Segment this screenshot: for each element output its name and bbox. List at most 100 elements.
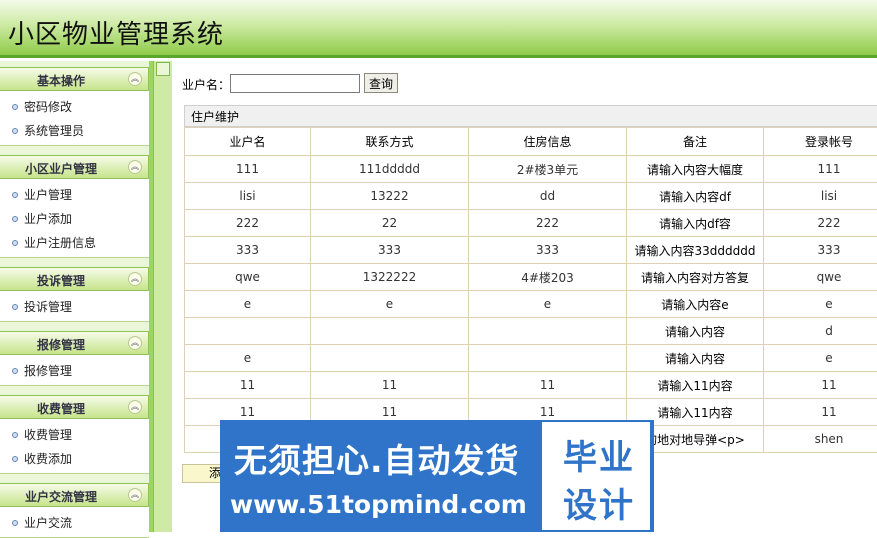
menu-group-title: 投诉管理 bbox=[0, 272, 122, 289]
collapse-icon[interactable]: ︽ bbox=[128, 336, 142, 350]
search-label: 业户名： bbox=[182, 76, 230, 93]
sidebar-item-resident-add[interactable]: 业户添加 bbox=[0, 207, 149, 231]
table-cell bbox=[469, 345, 627, 372]
menu-group-fees: 收费管理 ︽ 收费管理 收费添加 bbox=[0, 395, 149, 474]
collapse-icon[interactable]: ︽ bbox=[128, 72, 142, 86]
table-cell bbox=[311, 345, 469, 372]
collapse-icon[interactable]: ︽ bbox=[128, 488, 142, 502]
sidebar-item-label: 密码修改 bbox=[24, 100, 72, 114]
table-row[interactable]: 22222222请输入内df容222 bbox=[185, 210, 877, 237]
sidebar-item-complaint-manage[interactable]: 投诉管理 bbox=[0, 295, 149, 319]
panel-title: 住户维护 bbox=[184, 105, 877, 127]
table-row[interactable]: lisi13222dd请输入内容dflisi bbox=[185, 183, 877, 210]
table-cell: 11 bbox=[764, 399, 877, 426]
table-cell: 1322222 bbox=[311, 264, 469, 291]
sidebar-item-resident-manage[interactable]: 业户管理 bbox=[0, 183, 149, 207]
column-header: 登录帐号 bbox=[764, 128, 877, 156]
bullet-icon bbox=[12, 192, 18, 198]
menu-group-items: 收费管理 收费添加 bbox=[0, 419, 149, 474]
watermark-badge: 毕业 设计 bbox=[542, 422, 650, 530]
bullet-icon bbox=[12, 368, 18, 374]
menu-group-items: 投诉管理 bbox=[0, 291, 149, 322]
bullet-icon bbox=[12, 240, 18, 246]
table-row[interactable]: 111111请输入11内容11 bbox=[185, 372, 877, 399]
table-row[interactable]: 请输入内容d bbox=[185, 318, 877, 345]
menu-group-header[interactable]: 投诉管理 ︽ bbox=[0, 267, 149, 291]
table-row[interactable]: eee请输入内容ee bbox=[185, 291, 877, 318]
table-cell: 请输入内容 bbox=[627, 318, 764, 345]
table-cell: 请输入内容对方答复 bbox=[627, 264, 764, 291]
search-button[interactable]: 查询 bbox=[364, 73, 398, 93]
sidebar-item-exchange[interactable]: 业户交流 bbox=[0, 511, 149, 535]
table-row[interactable]: qwe13222224#楼203请输入内容对方答复qwe bbox=[185, 264, 877, 291]
menu-group-header[interactable]: 业户交流管理 ︽ bbox=[0, 483, 149, 507]
table-row[interactable]: 333333333请输入内容33dddddd333 bbox=[185, 237, 877, 264]
table-cell: e bbox=[185, 291, 311, 318]
sidebar-splitter[interactable] bbox=[153, 61, 172, 532]
table-cell: 4#楼203 bbox=[469, 264, 627, 291]
table-cell: 请输入内容33dddddd bbox=[627, 237, 764, 264]
search-input[interactable] bbox=[230, 74, 360, 93]
menu-group-title: 基本操作 bbox=[0, 72, 122, 89]
sidebar-item-fee-add[interactable]: 收费添加 bbox=[0, 447, 149, 471]
table-cell: 222 bbox=[469, 210, 627, 237]
sidebar-item-resident-register[interactable]: 业户注册信息 bbox=[0, 231, 149, 255]
sidebar-item-label: 收费添加 bbox=[24, 452, 72, 466]
watermark-url: www.51topmind.com bbox=[230, 490, 527, 519]
sidebar-item-label: 报修管理 bbox=[24, 364, 72, 378]
table-cell: e bbox=[185, 345, 311, 372]
collapse-icon[interactable]: ︽ bbox=[128, 272, 142, 286]
menu-group-basic: 基本操作 ︽ 密码修改 系统管理员 bbox=[0, 67, 149, 146]
bullet-icon bbox=[12, 456, 18, 462]
table-cell: 333 bbox=[764, 237, 877, 264]
menu-group-items: 业户管理 业户添加 业户注册信息 bbox=[0, 179, 149, 258]
sidebar-item-label: 业户注册信息 bbox=[24, 236, 96, 250]
sidebar-item-label: 业户添加 bbox=[24, 212, 72, 226]
bullet-icon bbox=[12, 304, 18, 310]
sidebar-item-system-admin[interactable]: 系统管理员 bbox=[0, 119, 149, 143]
column-header: 备注 bbox=[627, 128, 764, 156]
table-row[interactable]: 111111ddddd2#楼3单元请输入内容大幅度111 bbox=[185, 156, 877, 183]
menu-group-header[interactable]: 收费管理 ︽ bbox=[0, 395, 149, 419]
app-header: 小区物业管理系统 bbox=[0, 0, 877, 58]
table-cell: 111ddddd bbox=[311, 156, 469, 183]
sidebar-item-label: 收费管理 bbox=[24, 428, 72, 442]
menu-group-repairs: 报修管理 ︽ 报修管理 bbox=[0, 331, 149, 386]
table-cell: qwe bbox=[764, 264, 877, 291]
table-cell: dd bbox=[469, 183, 627, 210]
menu-group-title: 小区业户管理 bbox=[0, 160, 122, 177]
app-title: 小区物业管理系统 bbox=[8, 14, 224, 51]
menu-group-header[interactable]: 基本操作 ︽ bbox=[0, 67, 149, 91]
table-row[interactable]: e请输入内容e bbox=[185, 345, 877, 372]
collapse-icon[interactable]: ︽ bbox=[128, 160, 142, 174]
table-cell: 请输入11内容 bbox=[627, 372, 764, 399]
menu-group-residents: 小区业户管理 ︽ 业户管理 业户添加 业户注册信息 bbox=[0, 155, 149, 258]
table-cell: 请输入内容df bbox=[627, 183, 764, 210]
bullet-icon bbox=[12, 216, 18, 222]
menu-group-header[interactable]: 小区业户管理 ︽ bbox=[0, 155, 149, 179]
table-cell: 13222 bbox=[311, 183, 469, 210]
column-header: 业户名 bbox=[185, 128, 311, 156]
splitter-toggle-icon[interactable] bbox=[156, 62, 170, 76]
table-cell bbox=[185, 318, 311, 345]
menu-group-title: 报修管理 bbox=[0, 336, 122, 353]
column-header: 联系方式 bbox=[311, 128, 469, 156]
sidebar-item-repair-manage[interactable]: 报修管理 bbox=[0, 359, 149, 383]
sidebar-item-label: 系统管理员 bbox=[24, 124, 84, 138]
table-cell: 11 bbox=[311, 372, 469, 399]
table-cell: e bbox=[764, 291, 877, 318]
menu-group-header[interactable]: 报修管理 ︽ bbox=[0, 331, 149, 355]
table-cell bbox=[311, 318, 469, 345]
menu-group-title: 收费管理 bbox=[0, 400, 122, 417]
collapse-icon[interactable]: ︽ bbox=[128, 400, 142, 414]
menu-group-title: 业户交流管理 bbox=[0, 488, 122, 505]
sidebar: 基本操作 ︽ 密码修改 系统管理员 小区业户管理 ︽ 业户管理 业户添加 业户注… bbox=[0, 61, 153, 532]
table-cell: 请输入内容e bbox=[627, 291, 764, 318]
table-cell: 333 bbox=[469, 237, 627, 264]
menu-group-items: 报修管理 bbox=[0, 355, 149, 386]
table-cell: 2#楼3单元 bbox=[469, 156, 627, 183]
sidebar-item-fee-manage[interactable]: 收费管理 bbox=[0, 423, 149, 447]
sidebar-item-password-change[interactable]: 密码修改 bbox=[0, 95, 149, 119]
table-cell: 请输入内容 bbox=[627, 345, 764, 372]
table-cell: 11 bbox=[185, 372, 311, 399]
